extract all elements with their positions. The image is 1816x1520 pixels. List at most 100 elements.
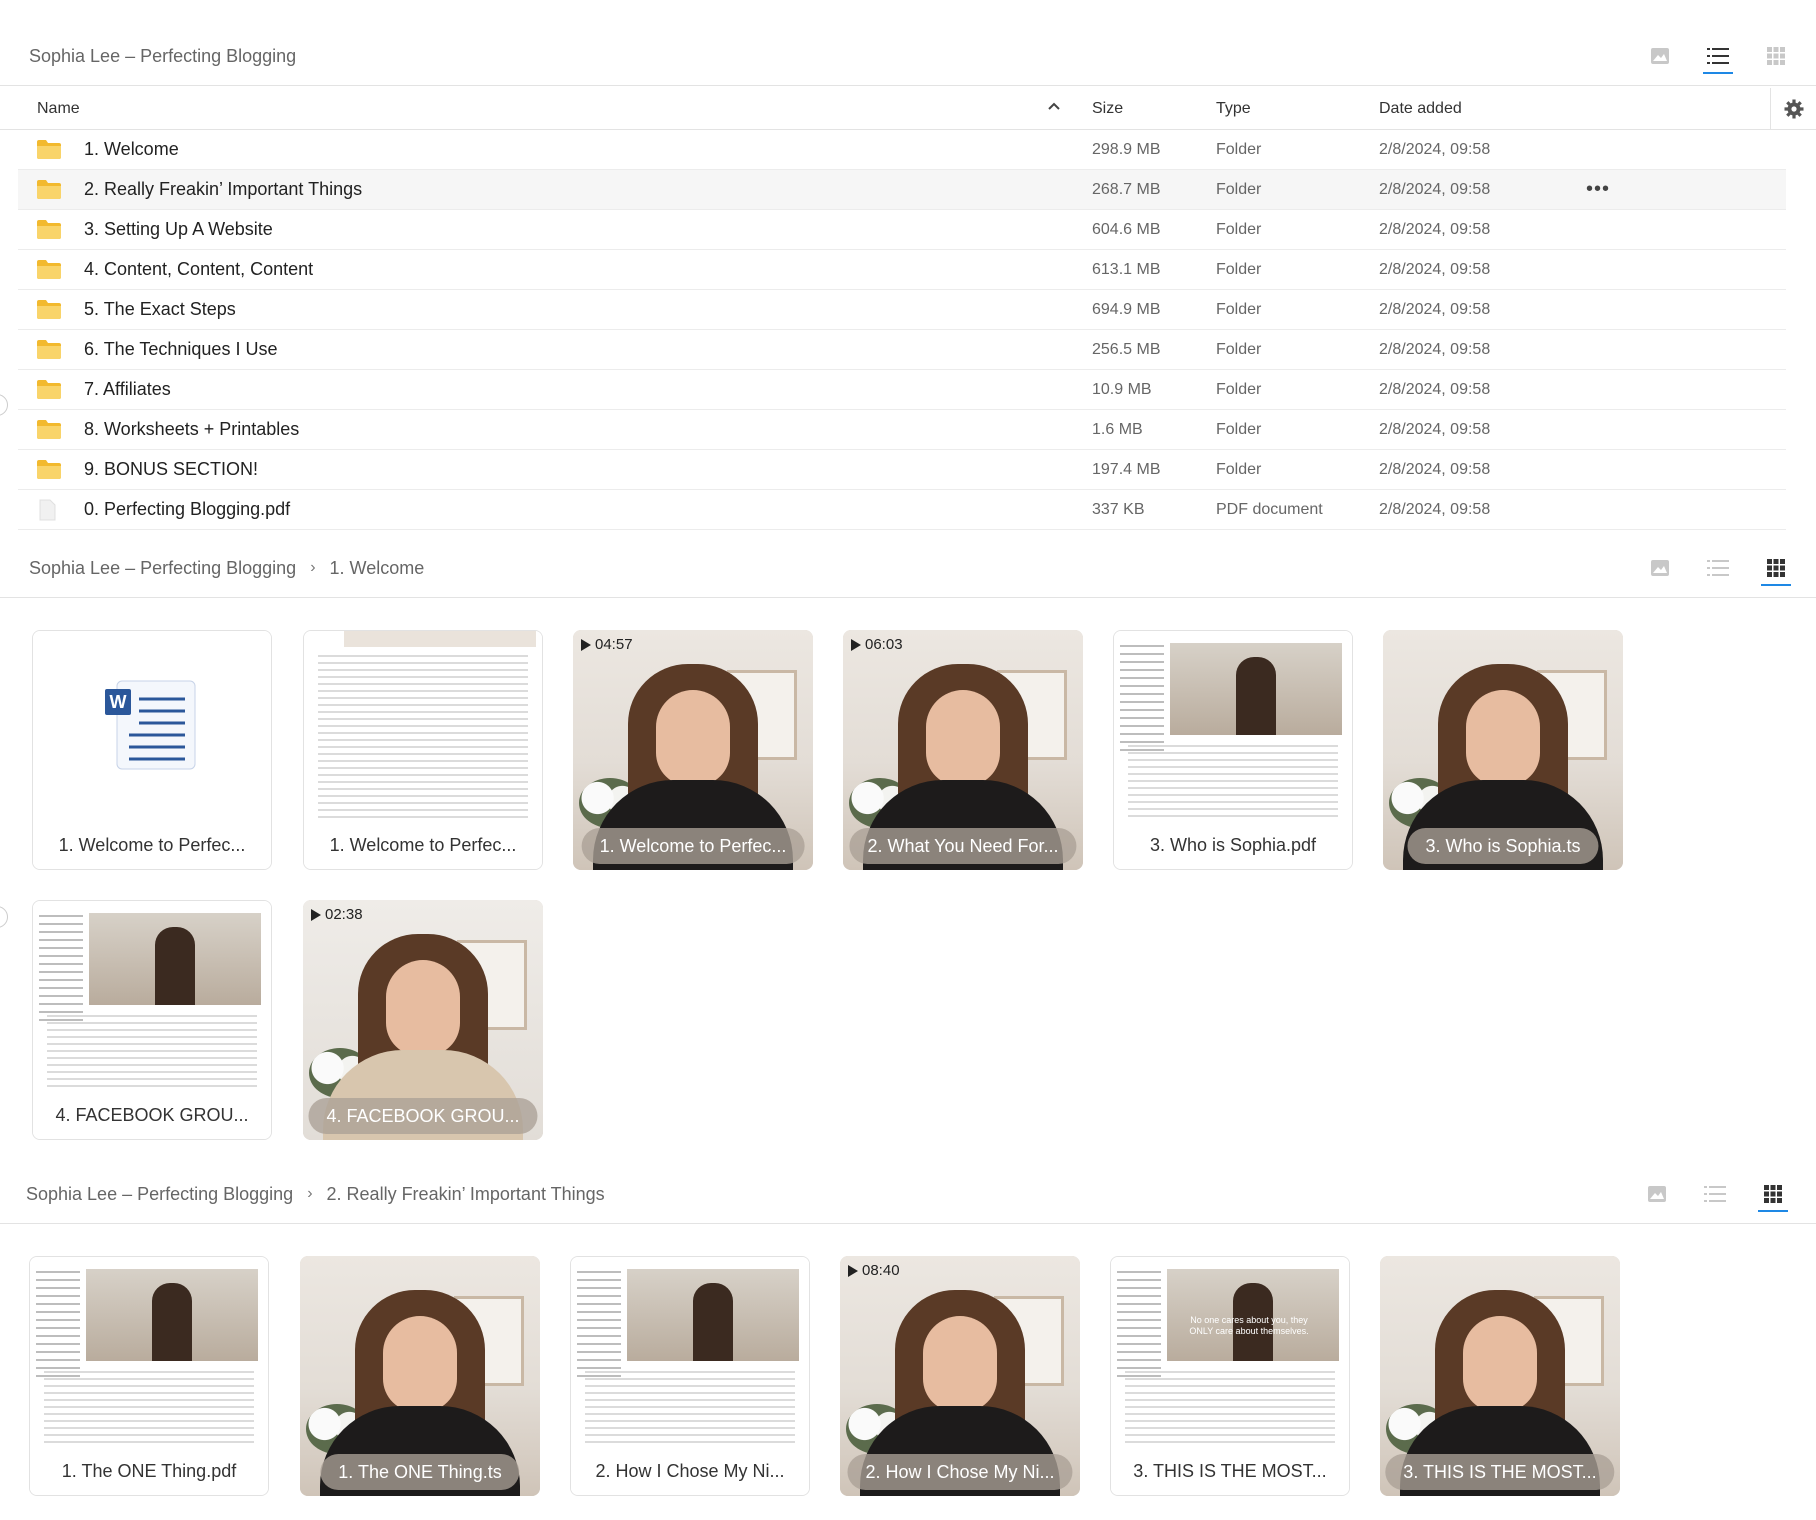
row-date: 2/8/2024, 09:58 bbox=[1379, 221, 1491, 238]
table-row[interactable]: 3. Setting Up A Website 604.6 MB Folder 2/8… bbox=[18, 210, 1786, 250]
video-tile[interactable]: 3. Who is Sophia.ts bbox=[1383, 630, 1623, 870]
breadcrumb-current[interactable]: 2. Really Freakin’ Important Things bbox=[327, 1184, 605, 1205]
file-tile[interactable]: 1. The ONE Thing.pdf bbox=[29, 1256, 269, 1496]
tile-label: 2. How I Chose My Ni... bbox=[577, 1453, 803, 1489]
tile-label: 2. What You Need For... bbox=[849, 828, 1077, 864]
table-row[interactable]: 5. The Exact Steps 694.9 MB Folder 2/8/2024… bbox=[18, 290, 1786, 330]
row-size: 694.9 MB bbox=[1092, 301, 1161, 318]
list-view-button[interactable] bbox=[1700, 1174, 1730, 1214]
row-date: 2/8/2024, 09:58 bbox=[1379, 261, 1491, 278]
table-row[interactable]: 6. The Techniques I Use 256.5 MB Folder 2/8… bbox=[18, 330, 1786, 370]
row-name[interactable]: 1. Welcome bbox=[84, 139, 179, 160]
folder-icon bbox=[36, 338, 62, 365]
play-icon bbox=[848, 1264, 858, 1277]
row-name[interactable]: 6. The Techniques I Use bbox=[84, 339, 277, 360]
row-name[interactable]: 8. Worksheets + Printables bbox=[84, 419, 299, 440]
row-name[interactable]: 0. Perfecting Blogging.pdf bbox=[84, 499, 290, 520]
video-tile[interactable]: 04:57 1. Welcome to Perfec... bbox=[573, 630, 813, 870]
folder-icon bbox=[36, 258, 62, 285]
row-name[interactable]: 7. Affiliates bbox=[84, 379, 171, 400]
grid-view-button[interactable] bbox=[1758, 1174, 1788, 1214]
duration-text: 06:03 bbox=[865, 636, 903, 653]
row-type: Folder bbox=[1216, 301, 1262, 318]
column-header-type[interactable]: Type bbox=[1216, 100, 1251, 118]
image-icon bbox=[1648, 1186, 1666, 1202]
row-type: Folder bbox=[1216, 421, 1262, 438]
gear-icon bbox=[1784, 99, 1803, 119]
row-name[interactable]: 9. BONUS SECTION! bbox=[84, 459, 258, 480]
view-switcher bbox=[1642, 1164, 1788, 1224]
table-row[interactable]: 7. Affiliates 10.9 MB Folder 2/8/2024, 09:5… bbox=[18, 370, 1786, 410]
row-name[interactable]: 4. Content, Content, Content bbox=[84, 259, 313, 280]
row-size: 197.4 MB bbox=[1092, 461, 1161, 478]
grid-view-button[interactable] bbox=[1761, 36, 1791, 76]
list-icon bbox=[1704, 1186, 1726, 1202]
row-date: 2/8/2024, 09:58 bbox=[1379, 421, 1491, 438]
file-tile[interactable]: 1. Welcome to Perfec... bbox=[303, 630, 543, 870]
row-type: Folder bbox=[1216, 181, 1262, 198]
table-row[interactable]: 4. Content, Content, Content 613.1 MB Fold… bbox=[18, 250, 1786, 290]
image-view-button[interactable] bbox=[1645, 36, 1675, 76]
side-panel-handle[interactable] bbox=[0, 906, 8, 928]
list-icon bbox=[1707, 48, 1729, 64]
table-row[interactable]: 2. Really Freakin’ Important Things 268.7… bbox=[18, 170, 1786, 210]
folder-icon bbox=[36, 378, 62, 405]
table-row[interactable]: 9. BONUS SECTION! 197.4 MB Folder 2/8/2024,… bbox=[18, 450, 1786, 490]
breadcrumb-root[interactable]: Sophia Lee – Perfecting Blogging bbox=[29, 46, 296, 67]
breadcrumb: Sophia Lee – Perfecting Blogging › 1. We… bbox=[29, 538, 424, 598]
row-type: Folder bbox=[1216, 341, 1262, 358]
column-settings-button[interactable] bbox=[1770, 88, 1816, 130]
file-tile[interactable]: No one cares about you, they ONLY care a… bbox=[1110, 1256, 1350, 1496]
column-header-date[interactable]: Date added bbox=[1379, 100, 1462, 118]
row-date: 2/8/2024, 09:58 bbox=[1379, 181, 1491, 198]
file-tile[interactable]: 3. Who is Sophia.pdf bbox=[1113, 630, 1353, 870]
row-date: 2/8/2024, 09:58 bbox=[1379, 341, 1491, 358]
image-icon bbox=[1651, 560, 1669, 576]
duration-text: 08:40 bbox=[862, 1262, 900, 1279]
play-icon bbox=[581, 638, 591, 651]
sort-ascending-icon[interactable] bbox=[1048, 98, 1060, 116]
video-tile[interactable]: 1. The ONE Thing.ts bbox=[300, 1256, 540, 1496]
row-size: 1.6 MB bbox=[1092, 421, 1143, 438]
breadcrumb-root[interactable]: Sophia Lee – Perfecting Blogging bbox=[29, 558, 296, 579]
row-name[interactable]: 3. Setting Up A Website bbox=[84, 219, 273, 240]
video-tile[interactable]: 08:40 2. How I Chose My Ni... bbox=[840, 1256, 1080, 1496]
table-row[interactable]: 8. Worksheets + Printables 1.6 MB Folder 2/… bbox=[18, 410, 1786, 450]
file-tile[interactable]: 4. FACEBOOK GROU... bbox=[32, 900, 272, 1140]
folder-icon bbox=[36, 418, 62, 445]
grid-view-button[interactable] bbox=[1761, 548, 1791, 588]
grid-icon bbox=[1767, 47, 1785, 65]
list-icon bbox=[1707, 560, 1729, 576]
breadcrumb: Sophia Lee – Perfecting Blogging bbox=[29, 26, 296, 86]
video-tile[interactable]: 02:38 4. FACEBOOK GROU... bbox=[303, 900, 543, 1140]
row-name[interactable]: 5. The Exact Steps bbox=[84, 299, 236, 320]
more-options-icon[interactable]: ••• bbox=[1586, 178, 1610, 201]
file-tile[interactable]: 2. How I Chose My Ni... bbox=[570, 1256, 810, 1496]
list-view-button[interactable] bbox=[1703, 548, 1733, 588]
row-type: Folder bbox=[1216, 381, 1262, 398]
side-panel-handle[interactable] bbox=[0, 394, 8, 416]
tile-label: 1. Welcome to Perfec... bbox=[311, 827, 535, 863]
chevron-right-icon: › bbox=[310, 559, 316, 576]
pdf-file-icon bbox=[36, 498, 58, 527]
image-view-button[interactable] bbox=[1642, 1174, 1672, 1214]
file-tile[interactable]: W 1. Welcome to Perfec... bbox=[32, 630, 272, 870]
tile-label: 4. FACEBOOK GROU... bbox=[37, 1097, 267, 1133]
row-date: 2/8/2024, 09:58 bbox=[1379, 141, 1491, 158]
row-name[interactable]: 2. Really Freakin’ Important Things bbox=[84, 179, 362, 200]
breadcrumb-current[interactable]: 1. Welcome bbox=[330, 558, 425, 579]
video-tile[interactable]: 06:03 2. What You Need For... bbox=[843, 630, 1083, 870]
breadcrumb-root[interactable]: Sophia Lee – Perfecting Blogging bbox=[26, 1184, 293, 1205]
column-header-name[interactable]: Name bbox=[37, 100, 80, 118]
table-header: Name Size Type Date added bbox=[0, 88, 1816, 130]
column-header-size[interactable]: Size bbox=[1092, 100, 1123, 118]
list-view-button[interactable] bbox=[1703, 36, 1733, 76]
table-row[interactable]: 0. Perfecting Blogging.pdf 337 KB PDF docu… bbox=[18, 490, 1786, 530]
image-view-button[interactable] bbox=[1645, 548, 1675, 588]
important-things-header-bar: Sophia Lee – Perfecting Blogging › 2. Re… bbox=[0, 1164, 1816, 1224]
table-row[interactable]: 1. Welcome 298.9 MB Folder 2/8/2024, 09:58 bbox=[18, 130, 1786, 170]
video-tile[interactable]: 3. THIS IS THE MOST... bbox=[1380, 1256, 1620, 1496]
folder-icon bbox=[36, 178, 62, 205]
folder-icon bbox=[36, 138, 62, 165]
tile-label: 3. THIS IS THE MOST... bbox=[1115, 1453, 1345, 1489]
